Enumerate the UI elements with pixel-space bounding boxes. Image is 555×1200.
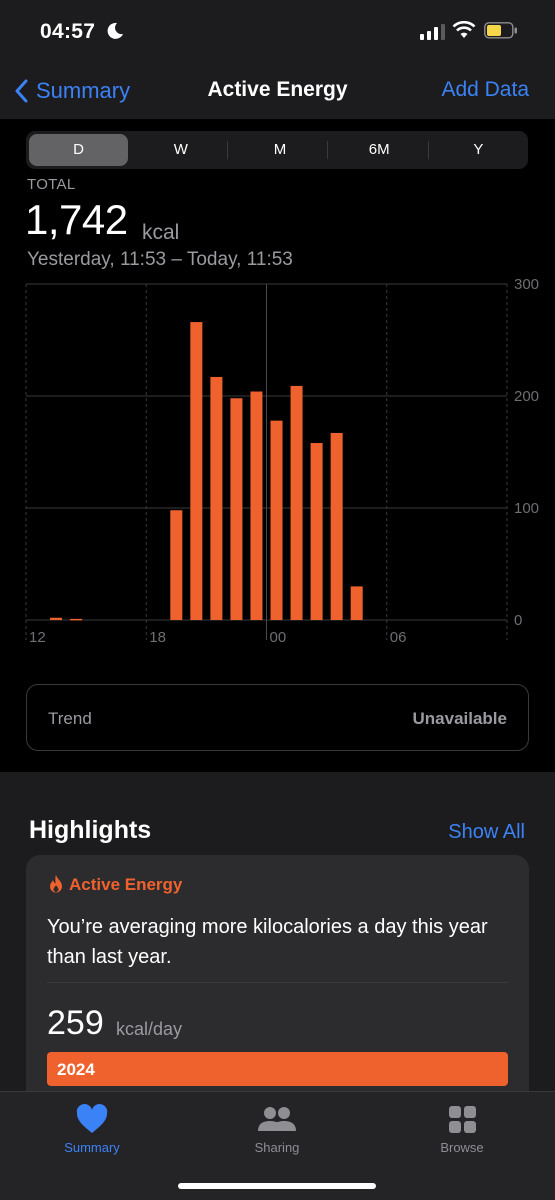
highlight-value: 259	[47, 1004, 104, 1042]
divider	[47, 982, 508, 983]
x-tick-label: 18	[149, 629, 166, 646]
segment-divider	[427, 141, 429, 159]
wifi-icon	[452, 21, 476, 38]
chart-bar	[250, 391, 263, 620]
signal-icon	[420, 24, 445, 40]
highlight-text: You’re averaging more kilocalories a day…	[47, 916, 488, 968]
back-label: Summary	[36, 78, 131, 103]
active-energy-chart[interactable]: 300 200 100 0 12 18 00 06	[0, 270, 555, 660]
chart-bar	[350, 586, 363, 620]
chart-bar	[70, 618, 83, 621]
trend-label: Trend	[48, 709, 92, 728]
tab-sharing[interactable]: Sharing	[217, 1102, 337, 1155]
chart-bar	[210, 376, 223, 620]
moon-icon	[107, 22, 123, 39]
total-unit: kcal	[142, 221, 180, 244]
range-tab-w[interactable]: W	[131, 131, 230, 169]
nav-bar: Summary Active Energy Add Data	[0, 64, 555, 119]
range-tab-y[interactable]: Y	[429, 131, 528, 169]
tab-browse[interactable]: Browse	[402, 1102, 522, 1155]
chevron-left-icon	[15, 79, 28, 103]
y-tick-label: 300	[514, 276, 539, 293]
grid-icon	[449, 1106, 476, 1133]
tab-label: Sharing	[254, 1140, 300, 1155]
flame-icon	[50, 875, 62, 893]
chart-bar	[330, 432, 343, 620]
trend-value: Unavailable	[412, 709, 508, 728]
highlight-year-bar: 2024	[47, 1052, 508, 1086]
segment-divider	[327, 141, 329, 159]
date-range: Yesterday, 11:53 – Today, 11:53	[27, 249, 293, 270]
chart-bar	[310, 443, 323, 620]
add-data-button[interactable]: Add Data	[441, 78, 529, 102]
y-tick-label: 0	[514, 612, 522, 629]
x-tick-label: 00	[270, 629, 287, 646]
chart-bar	[270, 420, 283, 620]
highlight-year-label: 2024	[57, 1060, 95, 1079]
status-bar: 04:57	[0, 0, 555, 64]
total-value: 1,742	[25, 196, 128, 243]
show-all-link[interactable]: Show All	[448, 821, 525, 844]
total-label: TOTAL	[27, 176, 76, 193]
y-tick-label: 200	[514, 388, 539, 405]
range-tab-d[interactable]: D	[29, 134, 129, 166]
tab-label: Browse	[440, 1140, 484, 1155]
chart-bar	[170, 510, 183, 620]
range-segmented-control: D W M 6M Y	[26, 131, 528, 169]
chart-bar	[230, 398, 243, 620]
heart-icon	[76, 1104, 108, 1133]
people-icon	[258, 1107, 296, 1131]
chart-bar	[190, 322, 203, 620]
status-time: 04:57	[40, 20, 96, 43]
chart-bar	[50, 617, 63, 620]
y-tick-label: 100	[514, 500, 539, 517]
back-button[interactable]: Summary	[14, 75, 130, 107]
tab-label: Summary	[64, 1140, 120, 1155]
highlight-category: Active Energy	[69, 875, 183, 894]
x-tick-label: 06	[390, 629, 407, 646]
chart-bar	[290, 385, 303, 620]
battery-icon	[484, 22, 517, 39]
highlight-unit: kcal/day	[116, 1019, 183, 1039]
trend-row[interactable]: Trend Unavailable	[26, 684, 529, 751]
range-tab-6m[interactable]: 6M	[330, 131, 429, 169]
highlights-title: Highlights	[29, 816, 152, 844]
x-tick-label: 12	[29, 629, 46, 646]
home-indicator	[178, 1183, 376, 1189]
range-tab-m[interactable]: M	[230, 131, 329, 169]
segment-divider	[226, 141, 228, 159]
tab-summary[interactable]: Summary	[32, 1102, 152, 1155]
